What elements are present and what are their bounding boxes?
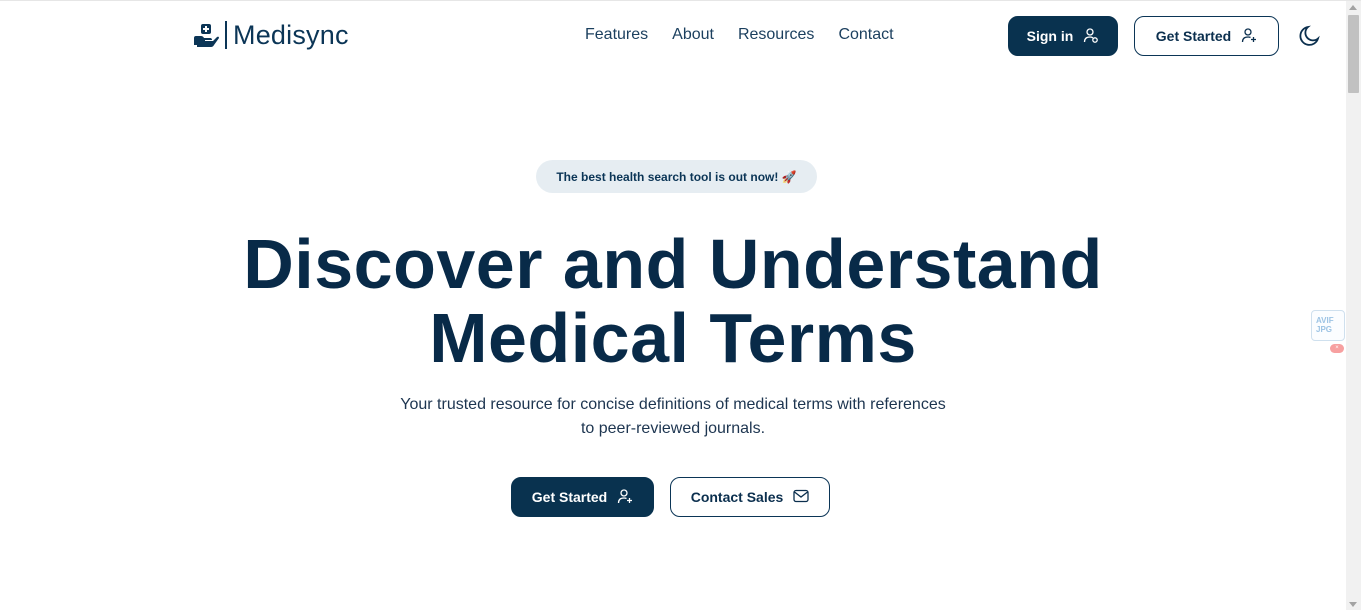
brand-logo[interactable]: Medisync (193, 19, 349, 51)
sign-in-button[interactable]: Sign in (1008, 16, 1118, 56)
scroll-up-arrow-icon[interactable] (1349, 5, 1357, 10)
site-header: Medisync Features About Resources Contac… (0, 1, 1346, 71)
extension-close-icon[interactable]: × (1330, 344, 1344, 353)
announcement-badge: The best health search tool is out now! … (536, 160, 817, 193)
hero-get-started-button[interactable]: Get Started (511, 477, 654, 517)
nav-item-contact[interactable]: Contact (838, 25, 893, 45)
sign-in-label: Sign in (1026, 28, 1074, 44)
extension-line-1: AVIF (1316, 316, 1334, 325)
contact-sales-label: Contact Sales (690, 489, 784, 505)
badge-text: The best health search tool is out now! … (556, 169, 797, 184)
hero-title-line-1: Discover and Understand (243, 225, 1103, 303)
hero-get-started-label: Get Started (531, 489, 608, 505)
brand-name: Medisync (233, 19, 349, 50)
hand-medical-icon (193, 22, 220, 49)
scroll-down-arrow-icon[interactable] (1349, 602, 1357, 607)
user-plus-icon (1241, 27, 1257, 46)
hero-title: Discover and Understand Medical Terms (0, 227, 1346, 375)
moon-icon[interactable] (1297, 23, 1323, 49)
extension-line-2: JPG (1316, 325, 1333, 334)
hero-subtitle: Your trusted resource for concise defini… (400, 396, 946, 437)
nav-item-features[interactable]: Features (585, 25, 648, 45)
header-get-started-label: Get Started (1155, 28, 1232, 44)
logo-divider (225, 21, 227, 49)
scrollbar-thumb[interactable] (1348, 15, 1359, 93)
contact-sales-button[interactable]: Contact Sales (670, 477, 830, 517)
main-nav: Features About Resources Contact (585, 25, 894, 45)
nav-item-resources[interactable]: Resources (738, 25, 814, 45)
page: Medisync Features About Resources Contac… (0, 0, 1361, 610)
vertical-scrollbar[interactable] (1346, 1, 1361, 610)
user-check-icon (1083, 27, 1099, 46)
header-get-started-button[interactable]: Get Started (1134, 16, 1279, 56)
nav-item-about[interactable]: About (672, 25, 714, 45)
image-format-extension-widget[interactable]: AVIF JPG (1311, 310, 1345, 341)
mail-icon (793, 489, 809, 506)
hero-title-line-2: Medical Terms (429, 299, 917, 377)
user-plus-icon (617, 488, 633, 507)
